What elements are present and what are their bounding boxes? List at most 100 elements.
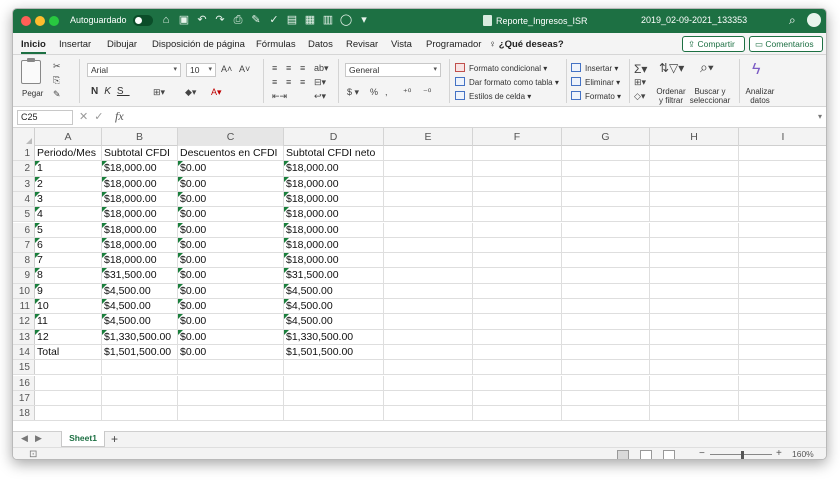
cell-e5[interactable] bbox=[384, 207, 473, 222]
cell-e16[interactable] bbox=[384, 375, 473, 390]
more-commands-icon[interactable]: ▾ bbox=[357, 13, 371, 27]
cell-e12[interactable] bbox=[384, 314, 473, 329]
cell-i5[interactable] bbox=[739, 207, 826, 221]
cell-h5[interactable] bbox=[650, 207, 739, 222]
cell-a16[interactable] bbox=[35, 375, 102, 390]
cell-f17[interactable] bbox=[473, 390, 562, 406]
sheet-tab[interactable]: Sheet1 bbox=[61, 431, 105, 447]
cell-f6[interactable] bbox=[473, 222, 562, 237]
align-center-icon[interactable]: ≡ bbox=[286, 77, 291, 87]
cell-b1[interactable]: Subtotal CFDI bbox=[102, 146, 178, 161]
borders-icon[interactable]: ⊞▾ bbox=[153, 87, 165, 98]
cell-h9[interactable] bbox=[650, 268, 739, 283]
column-header-e[interactable]: E bbox=[384, 128, 473, 146]
sort-filter-icon[interactable]: ⇅▽▾ bbox=[659, 61, 684, 75]
tab-dibujar[interactable]: Dibujar bbox=[107, 39, 137, 50]
cell-c16[interactable] bbox=[178, 375, 284, 390]
home-icon[interactable]: ⌂ bbox=[159, 13, 173, 27]
increase-decimal-icon[interactable]: ⁺⁰ bbox=[403, 87, 411, 98]
comments-button[interactable]: ▭ Comentarios bbox=[749, 36, 823, 52]
insert-cells-button[interactable]: Insertar ▾ bbox=[571, 63, 618, 73]
cell-a6[interactable]: 5 bbox=[35, 222, 102, 237]
cell-a13[interactable]: 12 bbox=[35, 329, 102, 344]
cell-a15[interactable] bbox=[35, 360, 102, 375]
autosum-icon[interactable]: Σ▾ bbox=[634, 62, 647, 76]
cell-g11[interactable] bbox=[562, 299, 650, 314]
page-break-view-button[interactable] bbox=[663, 450, 675, 459]
cell-g1[interactable] bbox=[562, 146, 650, 161]
search-icon[interactable]: ⌕ bbox=[789, 13, 796, 28]
cell-g10[interactable] bbox=[562, 283, 650, 298]
font-name-select[interactable]: Arial ▾ bbox=[87, 63, 181, 77]
tab-formulas[interactable]: Fórmulas bbox=[256, 39, 296, 50]
cell-e6[interactable] bbox=[384, 222, 473, 237]
cell-i9[interactable] bbox=[739, 268, 826, 282]
cell-i6[interactable] bbox=[739, 223, 826, 237]
cell-b12[interactable]: $4,500.00 bbox=[102, 314, 178, 329]
tab-disposicion[interactable]: Disposición de página bbox=[152, 39, 245, 50]
zoom-in-icon[interactable]: + bbox=[776, 448, 782, 459]
cell-c10[interactable]: $0.00 bbox=[178, 283, 284, 298]
row-header[interactable]: 10 bbox=[13, 283, 35, 298]
cell-b9[interactable]: $31,500.00 bbox=[102, 268, 178, 283]
cell-d10[interactable]: $4,500.00 bbox=[284, 283, 384, 298]
close-window-button[interactable] bbox=[21, 16, 31, 26]
cell-a17[interactable] bbox=[35, 390, 102, 406]
name-box[interactable]: C25 bbox=[17, 110, 73, 125]
cell-f16[interactable] bbox=[473, 375, 562, 390]
cell-d3[interactable]: $18,000.00 bbox=[284, 176, 384, 191]
align-bottom-icon[interactable]: ≡ bbox=[300, 63, 305, 73]
cell-h13[interactable] bbox=[650, 329, 739, 344]
edit-icon[interactable]: ✎ bbox=[249, 13, 263, 27]
cell-e13[interactable] bbox=[384, 329, 473, 344]
cell-a14[interactable]: Total bbox=[35, 344, 102, 360]
cell-b11[interactable]: $4,500.00 bbox=[102, 299, 178, 314]
tab-inicio[interactable]: Inicio bbox=[21, 39, 46, 54]
macro-record-icon[interactable]: ⊡ bbox=[29, 449, 37, 459]
cell-g8[interactable] bbox=[562, 253, 650, 268]
sort-filter-label[interactable]: Ordenar y filtrar bbox=[654, 87, 688, 105]
cell-g18[interactable] bbox=[562, 406, 650, 421]
cell-f8[interactable] bbox=[473, 253, 562, 268]
minimize-window-button[interactable] bbox=[35, 16, 45, 26]
format-painter-icon[interactable]: ✎ bbox=[53, 89, 61, 100]
cell-d12[interactable]: $4,500.00 bbox=[284, 314, 384, 329]
row-header[interactable]: 12 bbox=[13, 314, 35, 329]
cell-b16[interactable] bbox=[102, 375, 178, 390]
tab-insertar[interactable]: Insertar bbox=[59, 39, 91, 50]
cell-h11[interactable] bbox=[650, 299, 739, 314]
cell-g3[interactable] bbox=[562, 176, 650, 191]
row-header[interactable]: 17 bbox=[13, 390, 35, 406]
next-sheet-icon[interactable]: ▶ bbox=[35, 433, 42, 444]
cell-c4[interactable]: $0.00 bbox=[178, 191, 284, 207]
cell-d13[interactable]: $1,330,500.00 bbox=[284, 329, 384, 344]
cell-f2[interactable] bbox=[473, 161, 562, 176]
cell-e11[interactable] bbox=[384, 299, 473, 314]
normal-view-button[interactable] bbox=[617, 450, 629, 459]
cell-g15[interactable] bbox=[562, 360, 650, 375]
shape-icon[interactable]: ◯ bbox=[339, 13, 353, 27]
cell-h6[interactable] bbox=[650, 222, 739, 237]
row-header[interactable]: 18 bbox=[13, 406, 35, 421]
column-header-h[interactable]: H bbox=[650, 128, 739, 146]
column-header-d[interactable]: D bbox=[284, 128, 384, 146]
cell-e15[interactable] bbox=[384, 360, 473, 375]
cell-h14[interactable] bbox=[650, 344, 739, 360]
cell-a12[interactable]: 11 bbox=[35, 314, 102, 329]
cell-g6[interactable] bbox=[562, 222, 650, 237]
row-header[interactable]: 1 bbox=[13, 146, 35, 161]
row-header[interactable]: 15 bbox=[13, 360, 35, 375]
wrap-text-icon[interactable]: ↩▾ bbox=[314, 91, 326, 102]
cell-f14[interactable] bbox=[473, 344, 562, 360]
fill-icon[interactable]: ⊞▾ bbox=[634, 77, 646, 88]
cell-f11[interactable] bbox=[473, 299, 562, 314]
cell-h12[interactable] bbox=[650, 314, 739, 329]
cell-h7[interactable] bbox=[650, 237, 739, 253]
bold-icon[interactable]: N bbox=[91, 86, 104, 97]
paste-label[interactable]: Pegar bbox=[22, 89, 43, 98]
cell-e17[interactable] bbox=[384, 390, 473, 406]
cell-i17[interactable] bbox=[739, 391, 826, 405]
cell-h2[interactable] bbox=[650, 161, 739, 176]
cell-a11[interactable]: 10 bbox=[35, 299, 102, 314]
cell-f5[interactable] bbox=[473, 207, 562, 222]
